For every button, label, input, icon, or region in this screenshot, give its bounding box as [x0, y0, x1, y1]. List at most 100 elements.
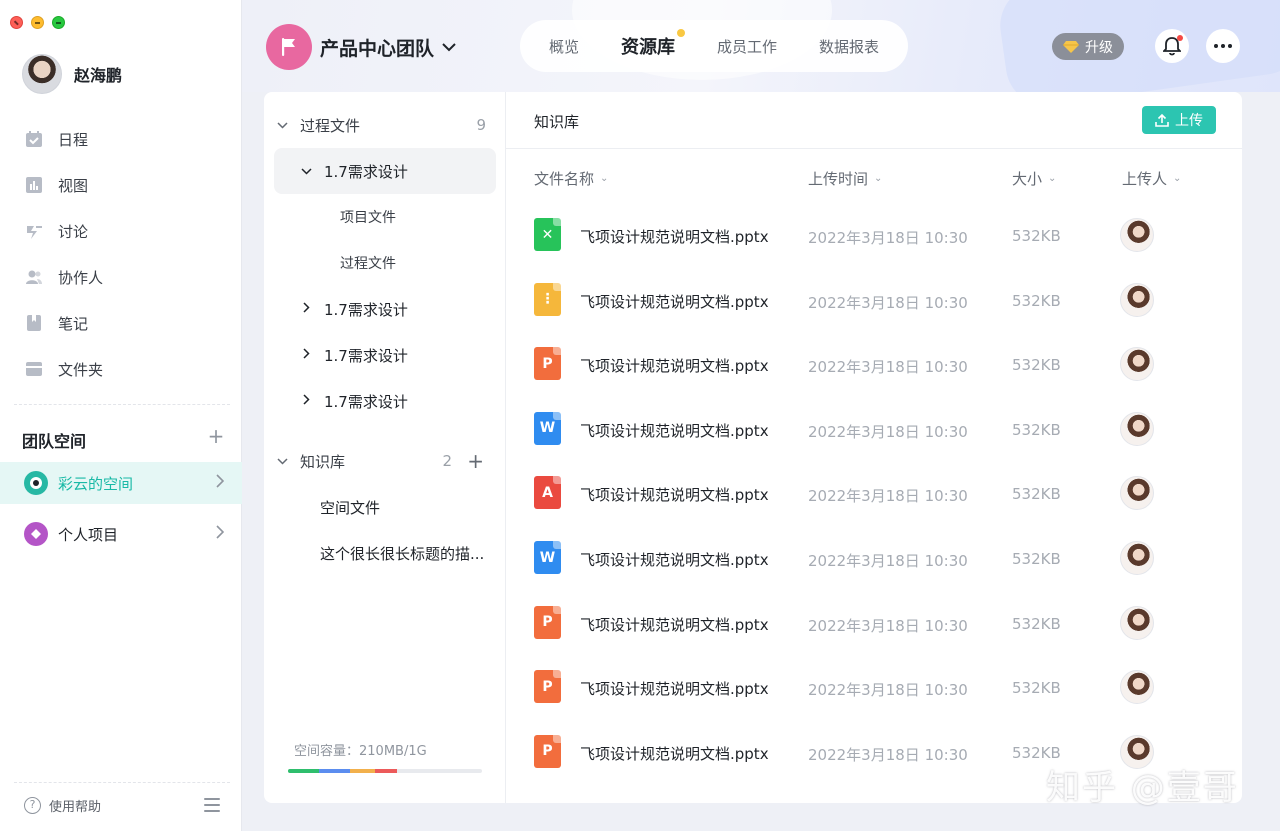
tab-data-report[interactable]: 数据报表	[819, 36, 879, 57]
tree-item-project-files[interactable]: 项目文件	[274, 194, 496, 240]
sidebar-item-notes[interactable]: 笔记	[0, 300, 242, 346]
avatar[interactable]	[1120, 411, 1154, 446]
table-row[interactable]: P 飞项设计规范说明文档.pptx 2022年3月18日 10:30 532KB	[506, 656, 1242, 720]
table-row[interactable]: W 飞项设计规范说明文档.pptx 2022年3月18日 10:30 532KB	[506, 398, 1242, 462]
help-link[interactable]: ? 使用帮助	[24, 796, 101, 815]
notification-dot	[676, 29, 685, 37]
file-name[interactable]: 飞项设计规范说明文档.pptx	[580, 484, 769, 505]
avatar[interactable]	[22, 54, 62, 94]
tree-item-label: 1.7需求设计	[324, 346, 408, 365]
upload-time: 2022年3月18日 10:30	[808, 229, 968, 247]
close-window-button[interactable]	[10, 16, 23, 29]
upload-time: 2022年3月18日 10:30	[808, 681, 968, 700]
space-icon	[24, 471, 48, 495]
sidebar-item-folder[interactable]: 文件夹	[0, 346, 242, 392]
tab-resources[interactable]: 资源库	[621, 29, 685, 59]
file-name[interactable]: 飞项设计规范说明文档.pptx	[580, 549, 769, 570]
sidebar-item-view[interactable]: 视图	[0, 162, 242, 208]
sidebar-item-label: 协作人	[58, 268, 104, 287]
tree-item-process-files[interactable]: 过程文件 9	[274, 102, 496, 148]
file-list-title: 知识库	[534, 113, 580, 131]
help-label: 使用帮助	[49, 800, 102, 815]
tree-item-knowledge-base[interactable]: 知识库 2 +	[274, 438, 496, 484]
avatar[interactable]	[1120, 218, 1154, 252]
flag-icon	[282, 38, 295, 56]
avatar[interactable]	[1120, 541, 1154, 575]
tree-item-label: 过程文件	[340, 256, 396, 272]
chevron-down-icon: ⌄	[874, 173, 883, 184]
column-header-name[interactable]: 文件名称 ⌄	[534, 168, 608, 189]
add-icon[interactable]: +	[467, 449, 484, 473]
table-row[interactable]: W 飞项设计规范说明文档.pptx 2022年3月18日 10:30 532KB	[506, 527, 1242, 591]
avatar[interactable]	[1120, 347, 1154, 382]
column-label: 文件名称	[534, 170, 595, 188]
file-name[interactable]: 飞项设计规范说明文档.pptx	[580, 420, 769, 441]
file-size: 532KB	[1012, 550, 1061, 568]
tree-item-requirement-design[interactable]: 1.7需求设计	[274, 286, 496, 332]
tab-member-work[interactable]: 成员工作	[717, 36, 777, 57]
column-header-uploader[interactable]: 上传人 ⌄	[1122, 168, 1181, 189]
sidebar-item-schedule[interactable]: 日程	[0, 116, 242, 162]
column-label: 大小	[1012, 170, 1043, 188]
more-button[interactable]	[1206, 29, 1240, 63]
menu-icon[interactable]	[204, 798, 220, 812]
sidebar-item-caiyun-space[interactable]: 彩云的空间	[0, 462, 242, 504]
avatar[interactable]	[1120, 282, 1154, 317]
tree-item-long-title[interactable]: 这个很长很长标题的描...	[274, 530, 496, 576]
discussion-icon	[24, 221, 44, 241]
chevron-down-icon	[298, 164, 314, 178]
item-count: 9	[476, 116, 486, 134]
sidebar-item-collaborators[interactable]: 协作人	[0, 254, 242, 300]
tree-item-process-files-sub[interactable]: 过程文件	[274, 240, 496, 286]
upload-icon	[1155, 113, 1169, 127]
table-row[interactable]: ⋮ 飞项设计规范说明文档.pptx 2022年3月18日 10:30 532KB	[506, 269, 1242, 333]
team-switcher[interactable]: 产品中心团队	[320, 34, 456, 61]
zoom-window-button[interactable]	[52, 16, 65, 29]
header-divider	[506, 148, 1242, 149]
chevron-down-icon: ⌄	[600, 173, 609, 184]
add-team-space-button[interactable]: +	[206, 426, 226, 446]
minimize-window-button[interactable]	[31, 16, 44, 29]
chevron-down-icon: ⌄	[1048, 173, 1057, 184]
table-row[interactable]: A 飞项设计规范说明文档.pptx 2022年3月18日 10:30 532KB	[506, 462, 1242, 526]
team-logo[interactable]	[266, 24, 312, 70]
notification-dot	[1177, 35, 1183, 41]
table-row[interactable]: P 飞项设计规范说明文档.pptx 2022年3月18日 10:30 532KB	[506, 333, 1242, 397]
tree-item-space-files[interactable]: 空间文件	[274, 484, 496, 530]
file-name[interactable]: 飞项设计规范说明文档.pptx	[580, 614, 769, 635]
sidebar-item-label: 日程	[58, 130, 89, 149]
file-name[interactable]: 飞项设计规范说明文档.pptx	[580, 743, 769, 764]
tree-item-label: 1.7需求设计	[324, 392, 408, 411]
upload-button[interactable]: 上传	[1142, 106, 1216, 134]
upload-time: 2022年3月18日 10:30	[808, 293, 968, 312]
user-profile[interactable]: 赵海鹏	[22, 54, 122, 94]
space-label: 个人项目	[58, 525, 119, 544]
window-controls	[10, 16, 65, 29]
avatar[interactable]	[1120, 670, 1154, 705]
upgrade-button[interactable]: 升级	[1052, 33, 1124, 60]
watermark: 知乎 @壹哥	[1046, 768, 1239, 808]
column-header-time[interactable]: 上传时间 ⌄	[808, 168, 882, 189]
avatar[interactable]	[1120, 605, 1154, 640]
tree-item-requirement-design[interactable]: 1.7需求设计	[274, 332, 496, 378]
sidebar-item-personal-project[interactable]: 个人项目	[0, 513, 242, 555]
table-row[interactable]: ✕ 飞项设计规范说明文档.pptx 2022年3月18日 10:30 532KB	[506, 204, 1242, 268]
tab-overview[interactable]: 概览	[549, 36, 579, 57]
tree-item-requirement-design[interactable]: 1.7需求设计	[274, 148, 496, 194]
table-row[interactable]: P 飞项设计规范说明文档.pptx 2022年3月18日 10:30 532KB	[506, 592, 1242, 656]
file-name[interactable]: 飞项设计规范说明文档.pptx	[580, 678, 769, 699]
tree-item-requirement-design[interactable]: 1.7需求设计	[274, 378, 496, 424]
sidebar-item-discussion[interactable]: 讨论	[0, 208, 242, 254]
more-icon	[1214, 44, 1218, 48]
file-name[interactable]: 飞项设计规范说明文档.pptx	[580, 355, 769, 376]
column-label: 上传人	[1122, 170, 1168, 188]
notification-button[interactable]	[1155, 29, 1189, 63]
avatar[interactable]	[1120, 476, 1154, 511]
zip-file-icon: ⋮	[534, 282, 561, 316]
file-name[interactable]: 飞项设计规范说明文档.pptx	[580, 291, 769, 312]
column-header-size[interactable]: 大小 ⌄	[1012, 168, 1056, 189]
file-name[interactable]: 飞项设计规范说明文档.pptx	[580, 226, 769, 247]
capacity-segment	[288, 769, 320, 773]
sidebar-nav: 日程 视图 讨论 协作人 笔记 文件夹	[0, 116, 242, 392]
sidebar: 赵海鹏 日程 视图 讨论 协作人 笔记 文件夹 团队空间 + 彩云的空间 个人项…	[0, 0, 242, 831]
